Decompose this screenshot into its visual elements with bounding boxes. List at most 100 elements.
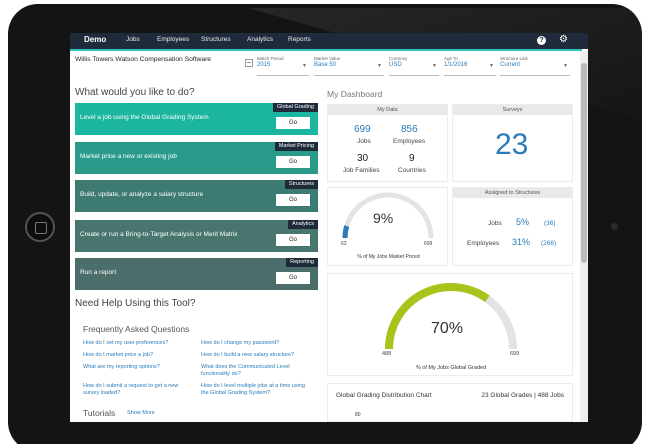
action-row[interactable]: Create or run a Bring-to-Target Analysis…: [75, 220, 318, 252]
faq-link[interactable]: What does the Communicated Level functio…: [201, 364, 313, 378]
gear-icon[interactable]: ⚙: [559, 34, 568, 45]
filter-label: Age To: [444, 56, 458, 61]
faq-title: Frequently Asked Questions: [83, 324, 190, 334]
filter-label: Match Period: [257, 56, 284, 61]
assigned-employees-count[interactable]: (266): [541, 240, 556, 247]
nav-item-structures[interactable]: Structures: [201, 36, 231, 43]
faq-link[interactable]: How do I market price a job?: [83, 352, 203, 359]
go-button[interactable]: Go: [276, 117, 310, 129]
assigned-jobs-percent: 5%: [516, 217, 530, 227]
help-icon[interactable]: ?: [537, 36, 546, 45]
collapse-filters-button[interactable]: –: [245, 59, 253, 67]
action-label: Create or run a Bring-to-Target Analysis…: [80, 231, 238, 238]
faq-link[interactable]: How do I build a new salary structure?: [201, 352, 321, 359]
action-category-tag: Reporting: [286, 258, 318, 267]
filter-label: Market Value: [314, 56, 341, 61]
job-families-label: Job Families: [343, 167, 380, 174]
countries-label: Countries: [398, 167, 426, 174]
nav-item-reports[interactable]: Reports: [288, 36, 311, 43]
action-label: Level a job using the Global Grading Sys…: [80, 114, 209, 121]
chevron-down-icon: ▼: [302, 63, 307, 69]
assigned-jobs-count[interactable]: (36): [544, 220, 556, 227]
chevron-down-icon: ▼: [432, 63, 437, 69]
chevron-down-icon: ▼: [377, 63, 382, 69]
filter-label: Structure Link: [500, 56, 528, 61]
actions-title: What would you like to do?: [75, 87, 195, 98]
action-label: Market price a new or existing job: [80, 153, 177, 160]
chevron-down-icon: ▼: [563, 63, 568, 69]
action-label: Run a report: [80, 269, 117, 276]
nav-item-analytics[interactable]: Analytics: [247, 36, 273, 43]
assigned-jobs-label: Jobs: [488, 220, 502, 227]
my-data-header: My Data: [328, 105, 447, 115]
assigned-employees-percent: 31%: [512, 237, 531, 247]
tutorials-title: Tutorials: [83, 408, 116, 418]
global-graded-percent: 70%: [431, 320, 464, 337]
gauge-max-label: 699: [510, 351, 520, 357]
filter-dropdown[interactable]: Currency USD ▼: [389, 56, 439, 76]
assigned-structures-card: Assigned to Structures Jobs 5% (36) Empl…: [452, 187, 573, 266]
dashboard-title: My Dashboard: [327, 89, 383, 99]
action-row[interactable]: Run a report Reporting Go: [75, 258, 318, 290]
nav-brand[interactable]: Demo: [84, 35, 106, 44]
action-row[interactable]: Level a job using the Global Grading Sys…: [75, 103, 318, 135]
top-nav-bar: Demo Jobs Employees Structures Analytics…: [70, 33, 588, 49]
surveys-card: Surveys 23: [452, 104, 573, 182]
my-data-card: My Data 699 Jobs 856 Employees 30 Job Fa…: [327, 104, 448, 182]
global-graded-caption: % of My Jobs Global Graded: [415, 365, 487, 371]
action-label: Build, update, or analyze a salary struc…: [80, 191, 204, 198]
faq-link[interactable]: How do I change my password?: [201, 340, 321, 347]
nav-item-jobs[interactable]: Jobs: [126, 36, 140, 43]
employees-count[interactable]: 856: [401, 124, 418, 135]
global-graded-card: 70% 488 699 % of My Jobs Global Graded: [327, 273, 573, 376]
go-button[interactable]: Go: [276, 156, 310, 168]
assigned-header: Assigned to Structures: [453, 188, 572, 198]
market-priced-card: 9% 63 699 % of My Jobs Market Priced: [327, 187, 448, 266]
filter-dropdown[interactable]: Match Period 2015 ▼: [257, 56, 309, 76]
distribution-chart-card: Global Grading Distribution Chart 23 Glo…: [327, 383, 573, 422]
gauge-track: [385, 283, 517, 350]
go-button[interactable]: Go: [276, 194, 310, 206]
filter-label: Currency: [389, 56, 408, 61]
go-button[interactable]: Go: [276, 272, 310, 284]
job-families-count: 30: [357, 153, 369, 164]
jobs-count[interactable]: 699: [354, 124, 371, 135]
action-row[interactable]: Build, update, or analyze a salary struc…: [75, 180, 318, 212]
jobs-label: Jobs: [357, 138, 371, 145]
filter-value: Base 50: [314, 62, 337, 68]
scrollbar[interactable]: [580, 51, 588, 422]
market-priced-caption: % of My Jobs Market Priced: [357, 254, 420, 260]
app-screen: Demo Jobs Employees Structures Analytics…: [70, 33, 588, 422]
camera-icon: [611, 223, 618, 230]
help-title: Need Help Using this Tool?: [75, 298, 196, 309]
action-row[interactable]: Market price a new or existing job Market…: [75, 142, 318, 174]
nav-item-employees[interactable]: Employees: [157, 36, 189, 43]
action-category-tag: Global Grading: [273, 103, 318, 112]
surveys-count[interactable]: 23: [495, 128, 528, 162]
market-priced-percent: 9%: [373, 210, 394, 226]
faq-link[interactable]: How do I level multiple jobs at a time u…: [201, 383, 313, 397]
stage: Demo Jobs Employees Structures Analytics…: [0, 0, 650, 444]
chevron-down-icon: ▼: [489, 63, 494, 69]
distribution-axis-tick: 80: [355, 412, 361, 418]
accent-stripe: [70, 49, 582, 51]
faq-link[interactable]: How do I submit a request to get a new s…: [83, 383, 195, 397]
action-category-tag: Market Pricing: [274, 142, 318, 151]
action-category-tag: Structures: [284, 180, 318, 189]
filter-dropdown[interactable]: Age To 1/1/2016 ▼: [444, 56, 496, 76]
distribution-summary: 23 Global Grades | 488 Jobs: [481, 392, 564, 399]
scrollbar-thumb[interactable]: [581, 63, 587, 263]
home-button[interactable]: [25, 212, 55, 242]
action-category-tag: Analytics: [287, 220, 318, 229]
surveys-header: Surveys: [453, 105, 572, 115]
filter-dropdown[interactable]: Market Value Base 50 ▼: [314, 56, 384, 76]
faq-link[interactable]: What are my reporting options?: [83, 364, 203, 371]
distribution-chart-title: Global Grading Distribution Chart: [336, 392, 432, 399]
countries-count: 9: [409, 153, 415, 164]
filter-dropdown[interactable]: Structure Link Current ▼: [500, 56, 570, 76]
tutorials-show-more-link[interactable]: Show More: [127, 410, 155, 416]
gauge-min-label: 488: [382, 351, 392, 357]
go-button[interactable]: Go: [276, 234, 310, 246]
faq-link[interactable]: How do I set my user preferences?: [83, 340, 203, 347]
gauge-max-label: 699: [424, 241, 433, 247]
